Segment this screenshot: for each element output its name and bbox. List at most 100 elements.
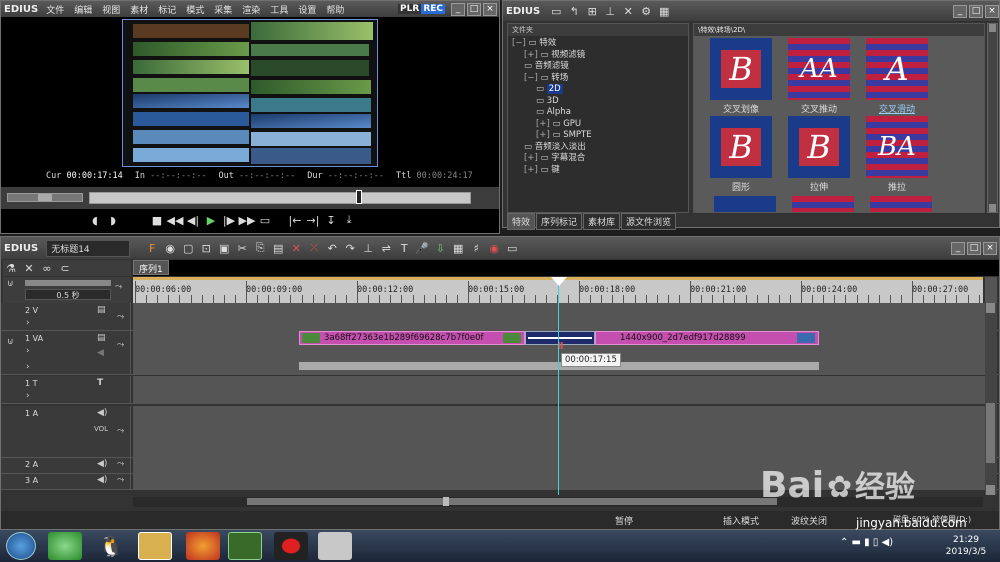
track-header-1a[interactable]: 1 A ◀) VOL ⤳ [1, 406, 131, 457]
ruler-scrollbar-button[interactable] [985, 277, 997, 303]
link-icon[interactable]: ∞ [39, 260, 55, 276]
menu-item[interactable]: 采集 [214, 6, 232, 16]
export-timeline-icon[interactable]: ⇩ [432, 240, 448, 256]
tree-node[interactable]: [−] ▭ 特效 [512, 38, 684, 50]
properties-icon[interactable]: ⚙ [638, 3, 654, 19]
delete-clip-icon[interactable]: ✕ [288, 240, 304, 256]
maximize-button[interactable]: □ [467, 2, 481, 16]
track-header-2v[interactable]: 2 V › ▤ ⤳ [1, 303, 131, 330]
minimize-button[interactable]: _ [451, 2, 465, 16]
paste-icon[interactable]: ▤ [270, 240, 286, 256]
insert-to-timeline-icon[interactable]: |← [287, 212, 303, 228]
mark-in-icon[interactable]: ◖ [87, 212, 103, 228]
apply-icon[interactable]: ⊥ [602, 3, 618, 19]
delete-icon[interactable]: ✕ [620, 3, 636, 19]
cut-icon[interactable]: ✂ [234, 240, 250, 256]
effect-item[interactable]: A 交叉滑动 [862, 38, 932, 115]
copy-icon[interactable]: ⎘ [252, 240, 268, 256]
new-folder-icon[interactable]: ⊞ [584, 3, 600, 19]
title-icon[interactable]: T [396, 240, 412, 256]
zoom-toggle-icon[interactable]: ⤳ [115, 282, 122, 292]
video-icon[interactable]: ▤ [97, 305, 106, 315]
sync-toggle-icon-1va[interactable]: ⤳ [117, 340, 124, 350]
tree-node[interactable]: [+] ▭ 键 [512, 165, 684, 177]
menu-item[interactable]: 工具 [270, 6, 288, 16]
expand-icon[interactable]: › [26, 318, 30, 328]
step-forward-icon[interactable]: |▶ [221, 212, 237, 228]
track-1t-area[interactable] [133, 376, 986, 403]
grid-icon[interactable]: ▦ [450, 240, 466, 256]
position-bar[interactable] [89, 190, 471, 204]
rec-toggle[interactable]: REC [421, 4, 445, 14]
tree-node[interactable]: [−] ▭ 转场 [512, 73, 684, 85]
timeline-minimize-button[interactable]: _ [951, 241, 965, 255]
sync-toggle-icon-2a[interactable]: ⤳ [117, 459, 124, 469]
match-frame-icon[interactable]: ↧ [323, 212, 339, 228]
zoom-slider[interactable] [25, 280, 111, 286]
speaker-icon-1a[interactable]: ◀) [97, 408, 107, 418]
menu-item[interactable]: 标记 [158, 6, 176, 16]
sync-toggle-icon[interactable]: ⤳ [117, 312, 124, 322]
ripple-icon[interactable]: ⊥ [360, 240, 376, 256]
rewind-icon[interactable]: ◀◀ [167, 212, 184, 228]
tree-expander[interactable]: [+] [536, 130, 552, 140]
clip-2[interactable]: 1440x900_2d7edf917d28899 [595, 331, 819, 345]
color-icon[interactable]: ◉ [486, 240, 502, 256]
timeline-close-button[interactable]: × [983, 241, 997, 255]
export-icon[interactable]: ⤓ [341, 212, 357, 228]
edius-task-icon[interactable] [228, 532, 262, 560]
position-handle[interactable] [356, 190, 362, 204]
fast-forward-icon[interactable]: ▶▶ [239, 212, 256, 228]
group-icon[interactable]: ⊂ [57, 260, 73, 276]
close-button[interactable]: × [483, 2, 497, 16]
shuttle-slider[interactable] [7, 193, 83, 202]
overwrite-icon[interactable]: →| [305, 212, 321, 228]
timeline-vscrollbar[interactable] [985, 303, 997, 495]
sync-toggle-icon-1a[interactable]: ⤳ [117, 426, 124, 436]
effect-item[interactable]: BA 推拉 [862, 116, 932, 193]
track-header-2a[interactable]: 2 A ◀) ⤳ [1, 458, 131, 473]
effect-item[interactable]: AA 交叉推动 [784, 38, 854, 115]
track-header-1t[interactable]: 1 T › T [1, 376, 131, 403]
clip-1[interactable]: 3a68ff27363e1b289f69628c7b7f0e0f [299, 331, 525, 345]
effects-maximize-button[interactable]: □ [969, 4, 983, 18]
effects-tab[interactable]: 源文件浏览 [621, 213, 677, 230]
save-icon[interactable]: ▣ [216, 240, 232, 256]
layout-icon[interactable]: ▭ [504, 240, 520, 256]
video-icon-1va[interactable]: ▤ [97, 333, 106, 343]
effect-item[interactable]: B 拉伸 [784, 116, 854, 193]
tree-node[interactable]: [+] ▭ GPU [512, 119, 684, 131]
speaker-icon-3a[interactable]: ◀) [97, 475, 107, 485]
sequence-tab[interactable]: 序列1 [133, 260, 169, 275]
effects-close-button[interactable]: × [985, 4, 999, 18]
track-1va-area[interactable]: 3a68ff27363e1b289f69628c7b7f0e0f 1440x90… [133, 331, 986, 374]
tree-node[interactable]: ▭ 2D [512, 84, 684, 96]
effects-tab[interactable]: 特效 [507, 213, 536, 230]
folder-icon[interactable]: ▭ [548, 3, 564, 19]
mixer-icon[interactable]: ♯ [468, 240, 484, 256]
tree-node[interactable]: [+] ▭ 字幕混合 [512, 153, 684, 165]
ie-360-icon[interactable] [48, 532, 82, 560]
effect-item-partial[interactable] [714, 196, 776, 212]
tree-expander[interactable]: [−] [512, 38, 528, 48]
menu-item[interactable]: 设置 [298, 6, 316, 16]
tree-node[interactable]: ▭ 音频滤镜 [512, 61, 684, 73]
expand-icon-1t[interactable]: › [26, 391, 30, 401]
track-1a-area[interactable] [133, 406, 986, 457]
speaker-icon-1va[interactable]: ◀ [97, 348, 104, 358]
track-2v-area[interactable] [133, 303, 986, 330]
app-icon[interactable] [318, 532, 352, 560]
tree-node[interactable]: ▭ Alpha [512, 107, 684, 119]
start-button-icon[interactable] [6, 532, 36, 560]
effects-minimize-button[interactable]: _ [953, 4, 967, 18]
menu-item[interactable]: 帮助 [326, 6, 344, 16]
effect-item[interactable]: B 交叉划像 [706, 38, 776, 115]
sync-toggle-icon-3a[interactable]: ⤳ [117, 475, 124, 485]
menu-item[interactable]: 编辑 [74, 6, 92, 16]
qq-icon[interactable]: 🐧 [94, 532, 128, 560]
ripple-delete-icon[interactable]: ⤫ [306, 240, 322, 256]
snapshot-icon[interactable]: ◉ [162, 240, 178, 256]
project-name-field[interactable]: 无标题14 [46, 239, 131, 257]
effect-item-partial[interactable] [870, 196, 932, 212]
playhead-handle-icon[interactable] [551, 277, 567, 286]
